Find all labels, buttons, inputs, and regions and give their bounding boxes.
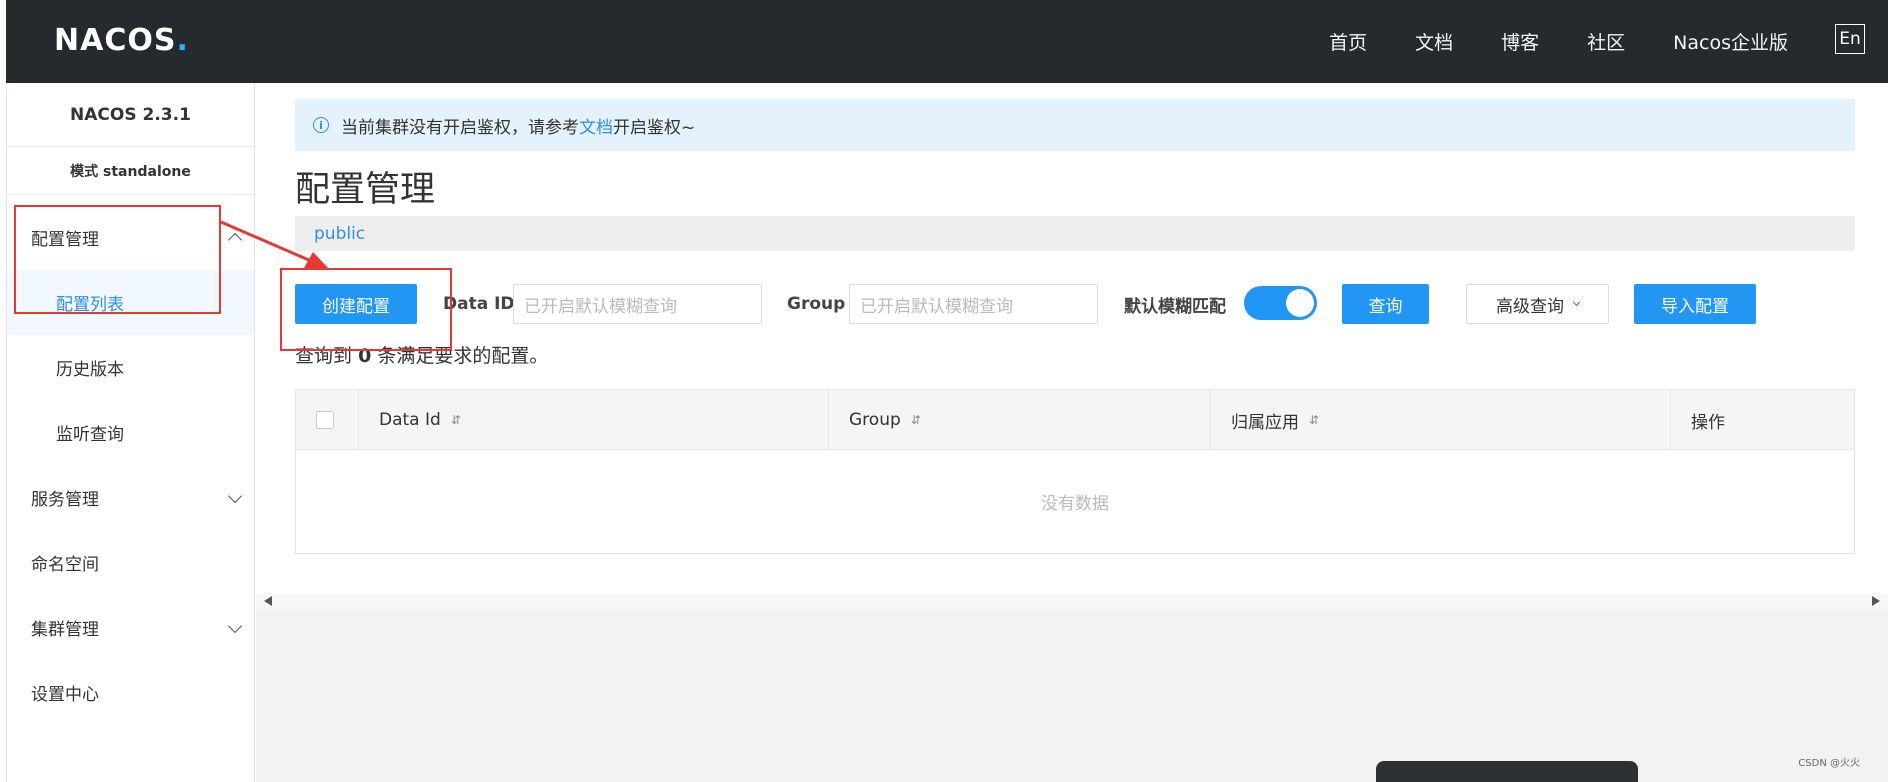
sidebar-item-cluster-management[interactable]: 集群管理 (7, 595, 254, 660)
sidebar-item-history[interactable]: 历史版本 (7, 335, 254, 400)
annotation-box-sidebar (14, 205, 221, 314)
column-data-id[interactable]: Data Id ⇵ (359, 390, 829, 450)
advanced-query-label: 高级查询 (1496, 296, 1564, 317)
nav-community[interactable]: 社区 (1587, 28, 1625, 55)
info-icon: i (313, 117, 329, 133)
main-content: i 当前集群没有开启鉴权，请参考 文档 开启鉴权~ 配置管理 public 创建配置… (256, 83, 1888, 782)
column-label: 操作 (1691, 412, 1725, 433)
mode-label: 模式 standalone (7, 147, 254, 195)
column-app[interactable]: 归属应用 ⇵ (1211, 390, 1671, 450)
version-label: NACOS 2.3.1 (7, 83, 254, 147)
sidebar-item-label: 集群管理 (31, 620, 99, 640)
namespace-public[interactable]: public (314, 224, 365, 244)
empty-state: 没有数据 (1041, 494, 1109, 514)
namespace-bar: public (295, 216, 1855, 251)
sort-icon[interactable]: ⇵ (451, 413, 461, 427)
select-all-cell (296, 390, 359, 450)
chevron-down-icon (227, 232, 243, 248)
sidebar-item-settings[interactable]: 设置中心 (7, 660, 254, 725)
search-toolbar: 创建配置 Data ID 已开启默认模糊查询 Group 已开启默认模糊查询 默… (295, 284, 1855, 324)
horizontal-scrollbar[interactable] (256, 593, 1888, 609)
group-label: Group (787, 294, 846, 314)
dataid-search-input[interactable]: 已开启默认模糊查询 (513, 284, 762, 324)
config-table: Data Id ⇵ Group ⇵ 归属应用 ⇵ 操作 没有数据 (295, 389, 1855, 554)
toggle-knob (1286, 289, 1314, 317)
sort-icon[interactable]: ⇵ (911, 413, 921, 427)
nav-blog[interactable]: 博客 (1501, 28, 1539, 55)
column-actions: 操作 (1671, 390, 1854, 450)
app-window: NACOS. 首页 文档 博客 社区 Nacos企业版 En NACOS 2.3… (0, 0, 1888, 782)
sidebar-item-label: 设置中心 (31, 685, 99, 705)
notice-docs-link[interactable]: 文档 (579, 113, 613, 138)
nav-enterprise[interactable]: Nacos企业版 (1673, 28, 1788, 55)
language-switch-button[interactable]: En (1835, 24, 1865, 54)
sidebar-item-label: 监听查询 (56, 425, 124, 445)
dataid-label: Data ID (443, 294, 515, 314)
page-title: 配置管理 (295, 170, 436, 210)
footer-area (256, 609, 1888, 782)
nav-docs[interactable]: 文档 (1415, 28, 1453, 55)
select-all-checkbox[interactable] (316, 411, 334, 429)
chevron-down-icon (1572, 298, 1581, 306)
table-header: Data Id ⇵ Group ⇵ 归属应用 ⇵ 操作 (296, 390, 1854, 450)
top-header: NACOS. 首页 文档 博客 社区 Nacos企业版 En (6, 0, 1888, 83)
group-search-input[interactable]: 已开启默认模糊查询 (849, 284, 1098, 324)
top-nav: 首页 文档 博客 社区 Nacos企业版 (1281, 0, 1788, 83)
notice-suffix: 开启鉴权~ (613, 117, 696, 138)
sidebar-item-label: 历史版本 (56, 360, 124, 380)
sidebar-item-service-management[interactable]: 服务管理 (7, 465, 254, 530)
fuzzy-match-toggle[interactable] (1244, 286, 1317, 320)
floating-panel-tab[interactable] (1376, 761, 1638, 782)
fuzzy-match-label: 默认模糊匹配 (1124, 296, 1226, 317)
sidebar: NACOS 2.3.1 模式 standalone 配置管理 配置列表 历史版本… (6, 83, 255, 782)
column-label: Data Id (379, 410, 441, 430)
sidebar-item-label: 服务管理 (31, 490, 99, 510)
sidebar-item-label: 命名空间 (31, 555, 99, 575)
scroll-left-icon[interactable] (264, 596, 272, 606)
column-group[interactable]: Group ⇵ (829, 390, 1211, 450)
sort-icon[interactable]: ⇵ (1309, 413, 1319, 427)
sidebar-item-listener-query[interactable]: 监听查询 (7, 400, 254, 465)
column-label: 归属应用 (1231, 412, 1299, 433)
notice-prefix: 当前集群没有开启鉴权，请参考 (341, 117, 579, 138)
sidebar-item-namespace[interactable]: 命名空间 (7, 530, 254, 595)
auth-notice: i 当前集群没有开启鉴权，请参考 文档 开启鉴权~ (295, 99, 1855, 151)
import-config-button[interactable]: 导入配置 (1634, 284, 1756, 324)
column-label: Group (849, 410, 901, 430)
logo-dot: . (176, 22, 188, 58)
scroll-right-icon[interactable] (1872, 596, 1880, 606)
chevron-down-icon (227, 618, 243, 634)
chevron-down-icon (227, 488, 243, 504)
watermark: CSDN @火火 (1798, 758, 1860, 769)
nacos-logo[interactable]: NACOS. (54, 22, 188, 58)
annotation-box-create-button (280, 268, 452, 351)
nav-home[interactable]: 首页 (1329, 28, 1367, 55)
query-button[interactable]: 查询 (1342, 284, 1429, 324)
logo-text: NACOS (54, 22, 177, 58)
advanced-query-button[interactable]: 高级查询 (1466, 284, 1609, 324)
